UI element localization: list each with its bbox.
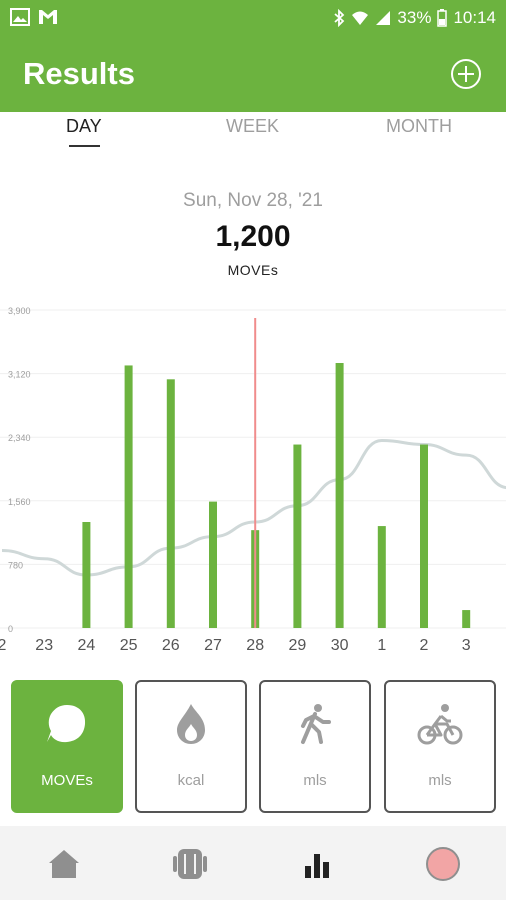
record-icon bbox=[426, 847, 460, 881]
gmail-notification-icon bbox=[38, 8, 58, 26]
page-title: Results bbox=[23, 56, 135, 91]
status-time: 10:14 bbox=[453, 8, 496, 27]
x-tick-label: 25 bbox=[120, 637, 138, 654]
x-tick-label: 26 bbox=[162, 637, 180, 654]
device-icon bbox=[173, 849, 207, 879]
x-tick-label: 30 bbox=[331, 637, 349, 654]
image-notification-icon bbox=[10, 8, 30, 26]
bar-26 bbox=[166, 379, 175, 628]
add-button[interactable] bbox=[450, 58, 482, 90]
bar-chart-icon bbox=[305, 854, 329, 878]
chart-svg: 3,9003,1202,3401,56078002 23 24 25 26 27 28 29 3… bbox=[0, 306, 506, 654]
metric-card-moves[interactable]: MOVEs bbox=[11, 680, 123, 813]
y-tick-label: 780 bbox=[8, 560, 23, 570]
active-tab-indicator bbox=[69, 145, 100, 147]
x-tick-label: 1 bbox=[377, 637, 386, 654]
tab-month[interactable]: MONTH bbox=[386, 116, 452, 137]
metric-label: mls bbox=[303, 772, 327, 789]
metric-card-kcal[interactable]: kcal bbox=[135, 680, 247, 813]
x-tick-label: 23 bbox=[35, 637, 53, 654]
metric-label: MOVEs bbox=[41, 772, 93, 789]
x-tick-label: 2 bbox=[420, 637, 429, 654]
tab-week[interactable]: WEEK bbox=[226, 116, 279, 137]
tab-day[interactable]: DAY bbox=[66, 116, 102, 137]
home-icon bbox=[49, 850, 79, 878]
bar-24 bbox=[82, 522, 91, 628]
bar-1 bbox=[377, 526, 386, 628]
x-tick-label: 29 bbox=[289, 637, 307, 654]
status-bar: 33% 10:14 bbox=[0, 0, 506, 36]
selected-value: 1,200 bbox=[215, 220, 291, 253]
nav-results[interactable] bbox=[297, 846, 337, 882]
metric-card-walking[interactable]: mls bbox=[259, 680, 371, 813]
nav-home[interactable] bbox=[44, 846, 84, 882]
bicycle-icon bbox=[417, 704, 463, 745]
bar-29 bbox=[293, 444, 302, 628]
selected-date: Sun, Nov 28, '21 bbox=[183, 190, 323, 211]
walking-icon bbox=[301, 704, 331, 744]
battery-percent: 33% bbox=[397, 8, 432, 27]
y-tick-label: 3,900 bbox=[8, 306, 31, 316]
y-tick-label: 2,340 bbox=[8, 433, 31, 443]
metric-label: mls bbox=[428, 772, 452, 789]
x-tick-label: 28 bbox=[246, 637, 264, 654]
activity-chart[interactable]: 3,900 3,120 2,340 1,560 780 0 2 23 24 25 26 27 28 29 3… bbox=[0, 295, 506, 660]
x-tick-label: 27 bbox=[204, 637, 222, 654]
x-tick-label: 3 bbox=[462, 637, 471, 654]
battery-icon bbox=[437, 9, 448, 27]
bluetooth-icon bbox=[333, 9, 345, 27]
x-tick-label: 24 bbox=[78, 637, 96, 654]
y-tick-label: 0 bbox=[8, 624, 13, 634]
plus-circle-icon bbox=[451, 59, 481, 89]
signal-icon bbox=[375, 10, 391, 26]
wifi-icon bbox=[351, 10, 369, 26]
metric-label: kcal bbox=[177, 772, 205, 789]
bar-27 bbox=[209, 501, 217, 628]
x-tick-label: 2 bbox=[0, 637, 7, 654]
bar-3 bbox=[462, 610, 471, 628]
app-screen: 33% 10:14 Results DAY WEEK MONTH Sun, No… bbox=[0, 0, 506, 900]
bar-30 bbox=[335, 363, 344, 628]
nav-device[interactable] bbox=[170, 846, 210, 882]
selected-unit: MOVEs bbox=[227, 262, 279, 278]
flame-icon bbox=[177, 704, 205, 744]
metric-card-cycling[interactable]: mls bbox=[384, 680, 496, 813]
y-tick-label: 3,120 bbox=[8, 370, 31, 380]
bottom-navigation bbox=[0, 826, 506, 900]
metric-selector: MOVEs kcal mls mls bbox=[0, 678, 506, 814]
period-tabs: DAY WEEK MONTH bbox=[0, 112, 506, 152]
bar-2 bbox=[420, 444, 428, 628]
moves-icon bbox=[47, 705, 86, 743]
y-tick-label: 1,560 bbox=[8, 497, 31, 507]
bar-25 bbox=[124, 365, 133, 628]
nav-record[interactable] bbox=[423, 846, 463, 882]
app-bar: Results bbox=[0, 36, 506, 112]
